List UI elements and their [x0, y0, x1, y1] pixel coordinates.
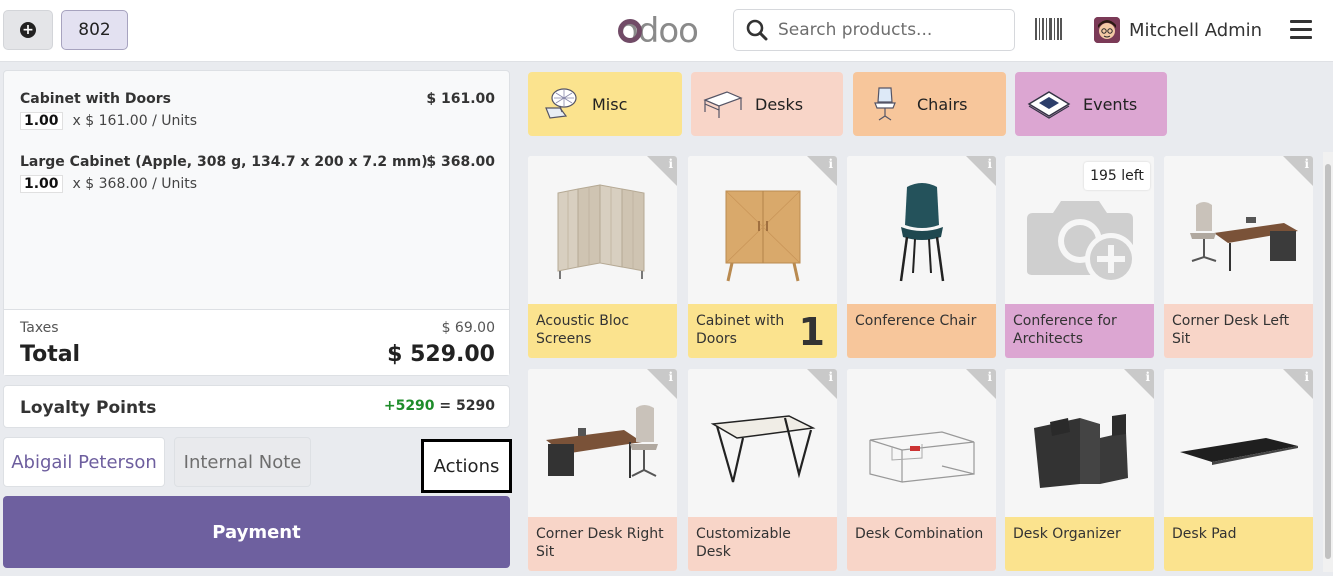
product-card[interactable]: i Desk Combination: [847, 369, 996, 571]
product-name: Desk Combination: [847, 517, 996, 571]
total-label: Total: [20, 342, 81, 367]
category-misc[interactable]: Misc: [528, 72, 682, 136]
order-lines-panel: Cabinet with Doors $ 161.00 1.00 x $ 161…: [3, 70, 510, 376]
order-line-price: $ 368.00: [426, 154, 495, 170]
odoo-logo: odoo: [618, 11, 699, 51]
order-line-qty: 1.00: [20, 175, 63, 193]
ticket-icon: [1027, 91, 1071, 119]
user-name: Mitchell Admin: [1129, 19, 1263, 41]
product-card[interactable]: i Corner Desk Left Sit: [1164, 156, 1313, 358]
search-icon: [746, 19, 768, 41]
product-name: Corner Desk Left Sit: [1164, 304, 1313, 358]
product-card[interactable]: i Conference Chair: [847, 156, 996, 358]
order-line-name: Large Cabinet (Apple, 308 g, 134.7 x 200…: [20, 154, 428, 170]
plus-circle-icon: +: [20, 22, 36, 38]
info-i-glyph: i: [1304, 370, 1309, 384]
barcode-icon[interactable]: [1035, 18, 1062, 40]
new-order-button[interactable]: +: [3, 10, 53, 50]
product-scrollbar[interactable]: [1323, 152, 1333, 572]
product-card[interactable]: i Acoustic Bloc Screens: [528, 156, 677, 358]
top-bar: + 802 odoo Search products... Mitchell A…: [0, 0, 1333, 62]
user-avatar: [1094, 17, 1120, 43]
info-i-glyph: i: [828, 370, 833, 384]
product-card[interactable]: i Customizable Desk: [688, 369, 837, 571]
category-events[interactable]: Events: [1015, 72, 1167, 136]
loyalty-values: +5290 = 5290: [384, 398, 495, 414]
order-line-unit-price: x $ 368.00 / Units: [72, 176, 198, 192]
order-line-name: Cabinet with Doors: [20, 91, 171, 107]
info-i-glyph: i: [1145, 370, 1150, 384]
product-card[interactable]: i Cabinet with Doors 1: [688, 156, 837, 358]
category-desks[interactable]: Desks: [691, 72, 843, 136]
order-line[interactable]: Cabinet with Doors $ 161.00 1.00 x $ 161…: [20, 91, 495, 130]
scrollbar-thumb[interactable]: [1325, 164, 1331, 559]
category-label: Events: [1083, 94, 1138, 114]
taxes-label: Taxes: [20, 320, 59, 336]
search-input[interactable]: [778, 20, 1008, 40]
order-tab-button[interactable]: 802: [61, 10, 128, 50]
camera-placeholder-icon: [1026, 201, 1137, 285]
internal-note-button[interactable]: Internal Note: [174, 437, 311, 487]
category-label: Misc: [592, 94, 628, 114]
order-line-price: $ 161.00: [426, 91, 495, 107]
product-name: Corner Desk Right Sit: [528, 517, 677, 571]
category-label: Chairs: [917, 94, 968, 114]
product-search-box[interactable]: [733, 9, 1015, 51]
order-line[interactable]: Large Cabinet (Apple, 308 g, 134.7 x 200…: [20, 154, 495, 193]
payment-button[interactable]: Payment: [3, 496, 510, 568]
order-line-unit-price: x $ 161.00 / Units: [72, 113, 198, 129]
user-menu[interactable]: Mitchell Admin: [1094, 16, 1262, 44]
order-summary: Taxes $ 69.00 Total $ 529.00: [4, 309, 509, 375]
total-value: $ 529.00: [387, 342, 495, 367]
customer-button[interactable]: Abigail Peterson: [3, 437, 165, 487]
category-chairs[interactable]: Chairs: [853, 72, 1006, 136]
stock-badge: 195 left: [1084, 162, 1150, 190]
hamburger-menu-icon[interactable]: [1290, 20, 1312, 39]
info-i-glyph: i: [987, 370, 992, 384]
product-name: Desk Pad: [1164, 517, 1313, 571]
misc-icon: [545, 88, 577, 119]
product-card[interactable]: i Corner Desk Right Sit: [528, 369, 677, 571]
product-card[interactable]: i Desk Pad: [1164, 369, 1313, 571]
product-name: Desk Organizer: [1005, 517, 1154, 571]
info-i-glyph: i: [668, 370, 673, 384]
order-line-qty: 1.00: [20, 112, 63, 130]
product-card[interactable]: i Desk Organizer: [1005, 369, 1154, 571]
logo-text: odoo: [618, 11, 698, 51]
info-i-glyph: i: [668, 157, 673, 171]
loyalty-equals: =: [439, 398, 452, 414]
info-i-glyph: i: [987, 157, 992, 171]
product-name: Conference for Architects: [1005, 304, 1154, 358]
loyalty-label: Loyalty Points: [20, 398, 157, 418]
loyalty-total: 5290: [456, 398, 495, 414]
taxes-value: $ 69.00: [441, 320, 495, 336]
info-i-glyph: i: [828, 157, 833, 171]
product-name: Customizable Desk: [688, 517, 837, 571]
loyalty-points-row: Loyalty Points +5290 = 5290: [3, 385, 510, 428]
actions-button[interactable]: Actions: [421, 439, 512, 493]
product-name: Acoustic Bloc Screens: [528, 304, 677, 358]
chair-icon: [874, 87, 896, 121]
product-qty-badge: 1: [798, 310, 825, 354]
info-i-glyph: i: [1304, 157, 1309, 171]
desk-icon: [703, 91, 743, 118]
category-label: Desks: [755, 94, 804, 114]
loyalty-gain: +5290: [383, 398, 435, 414]
product-name: Conference Chair: [847, 304, 996, 358]
